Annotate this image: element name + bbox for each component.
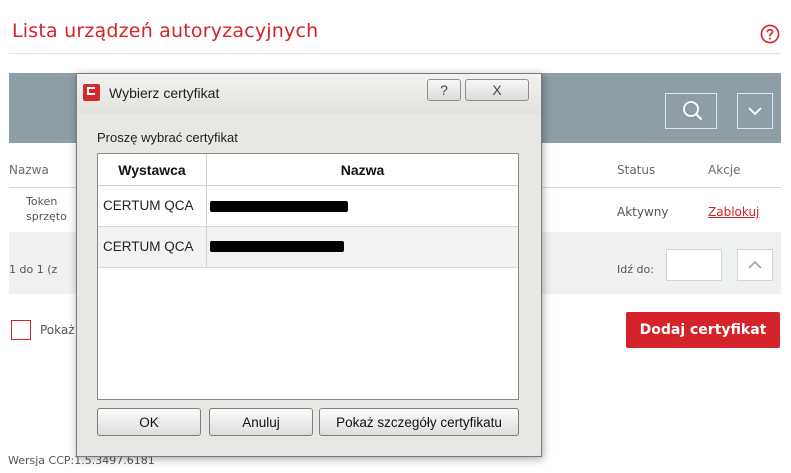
dialog-titlebar[interactable]: Wybierz certyfikat ? X xyxy=(77,74,541,114)
chevron-up-icon xyxy=(748,260,762,269)
search-button[interactable] xyxy=(665,93,717,129)
column-header-name[interactable]: Nazwa xyxy=(9,163,49,177)
certificate-row[interactable]: CERTUM QCA xyxy=(98,227,518,268)
page-title: Lista urządzeń autoryzacyjnych xyxy=(12,20,319,42)
certificate-row[interactable]: CERTUM QCA xyxy=(98,186,518,227)
search-icon xyxy=(683,101,702,120)
redacted-certificate-name xyxy=(210,241,344,252)
dialog-help-button[interactable]: ? xyxy=(427,79,461,101)
goto-page-input[interactable] xyxy=(666,249,722,281)
column-header-cert-name[interactable]: Nazwa xyxy=(207,154,518,185)
scroll-up-button[interactable] xyxy=(737,249,773,281)
certificate-issuer: CERTUM QCA xyxy=(103,239,194,254)
block-link[interactable]: Zablokuj xyxy=(708,205,759,219)
add-certificate-button[interactable]: Dodaj certyfikat xyxy=(626,312,780,348)
column-header-status[interactable]: Status xyxy=(617,163,655,177)
device-name-line1: Token xyxy=(26,195,58,208)
question-circle-icon[interactable] xyxy=(760,24,780,44)
certificate-list-header: Wystawca Nazwa xyxy=(98,154,518,186)
dialog-close-button[interactable]: X xyxy=(465,79,529,101)
filter-dropdown-button[interactable] xyxy=(737,93,773,129)
select-certificate-dialog: Wybierz certyfikat ? X Proszę wybrać cer… xyxy=(76,73,542,457)
show-checkbox[interactable] xyxy=(11,320,31,340)
column-header-issuer[interactable]: Wystawca xyxy=(98,154,206,185)
device-name-line2: sprzęto xyxy=(26,210,67,223)
show-certificate-details-button[interactable]: Pokaż szczegóły certyfikatu xyxy=(319,408,519,436)
column-header-actions: Akcje xyxy=(708,163,741,177)
dialog-prompt: Proszę wybrać certyfikat xyxy=(97,130,238,145)
title-divider xyxy=(9,53,781,54)
pagination-range: 1 do 1 (z xyxy=(9,263,58,276)
certificate-list[interactable]: Wystawca Nazwa CERTUM QCA CERTUM QCA xyxy=(97,153,519,400)
app-icon xyxy=(83,84,100,101)
dialog-title: Wybierz certyfikat xyxy=(109,85,220,101)
chevron-down-icon xyxy=(748,107,762,116)
goto-label: Idź do: xyxy=(617,263,654,276)
show-checkbox-label: Pokaż xyxy=(40,323,75,337)
certificate-issuer: CERTUM QCA xyxy=(103,198,194,213)
cancel-button[interactable]: Anuluj xyxy=(209,408,313,436)
redacted-certificate-name xyxy=(210,201,348,212)
ok-button[interactable]: OK xyxy=(97,408,201,436)
status-text: Aktywny xyxy=(617,205,669,219)
column-divider xyxy=(206,154,207,268)
